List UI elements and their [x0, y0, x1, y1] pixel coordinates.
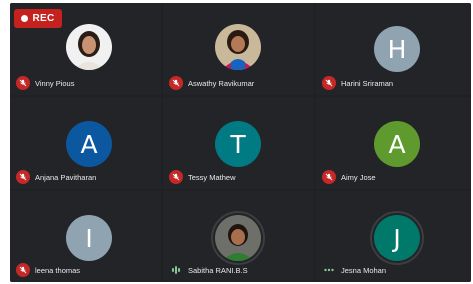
participant-name: Tessy Mathew — [188, 172, 236, 182]
participant-tile-8[interactable]: Sabitha RANI.B.S — [163, 191, 314, 282]
participant-photo — [66, 24, 112, 70]
participant-name: Aimy Jose — [341, 172, 376, 182]
participant-tile-6[interactable]: A Aimy Jose — [316, 97, 471, 189]
participant-avatar: A — [374, 121, 420, 167]
mic-off-icon — [322, 76, 336, 90]
mic-off-icon — [169, 76, 183, 90]
participant-name: leena thomas — [35, 265, 81, 275]
avatar-letter: A — [80, 129, 98, 159]
mic-off-icon — [322, 170, 336, 184]
record-dot-icon — [21, 15, 29, 22]
mic-off-icon — [16, 170, 30, 184]
participant-name-row: Sabitha RANI.B.S — [169, 263, 248, 277]
avatar-letter: J — [393, 223, 401, 253]
participant-avatar: J — [374, 215, 420, 261]
participant-name-row: Tessy Mathew — [169, 170, 236, 184]
participant-tile-2[interactable]: Aswathy Ravikumar — [163, 3, 314, 95]
participant-avatar: T — [215, 121, 261, 167]
avatar-letter: A — [388, 129, 406, 159]
participant-name-row: Aimy Jose — [322, 170, 376, 184]
participant-name-row: Harini Sriraman — [322, 76, 393, 90]
mic-off-icon — [169, 170, 183, 184]
participant-photo — [215, 24, 261, 70]
participant-tile-3[interactable]: H Harini Sriraman — [316, 3, 471, 95]
participant-avatar: H — [374, 26, 420, 72]
avatar-letter: T — [230, 129, 246, 159]
recording-badge: REC — [14, 9, 62, 28]
participant-name: Sabitha RANI.B.S — [188, 265, 248, 275]
recording-label: REC — [32, 13, 55, 24]
mic-off-icon — [16, 76, 30, 90]
participant-name-row: Aswathy Ravikumar — [169, 76, 254, 90]
participant-name-row: Anjana Pavitharan — [16, 170, 96, 184]
participant-name-row: Jesna Mohan — [322, 263, 386, 277]
participant-name: Jesna Mohan — [341, 265, 387, 275]
avatar-letter: H — [387, 34, 407, 64]
participant-photo — [215, 215, 261, 261]
participant-tile-5[interactable]: T Tessy Mathew — [163, 97, 314, 189]
more-dots-icon — [322, 263, 336, 277]
participant-name: Anjana Pavitharan — [35, 172, 97, 182]
participant-name: Vinny Pious — [35, 78, 75, 88]
participant-tile-4[interactable]: A Anjana Pavitharan — [10, 97, 161, 189]
participant-avatar: I — [66, 215, 112, 261]
participant-name-row: leena thomas — [16, 263, 80, 277]
participant-tile-7[interactable]: I leena thomas — [10, 191, 161, 282]
participant-avatar: A — [66, 121, 112, 167]
participant-name: Aswathy Ravikumar — [188, 78, 255, 88]
audio-level-icon — [169, 263, 183, 277]
participant-name: Harini Sriraman — [341, 78, 394, 88]
participant-tile-9[interactable]: J Jesna Mohan — [316, 191, 471, 282]
meeting-grid: REC Vinny Pious Aswathy Ravikumar H Hari… — [10, 3, 471, 282]
mic-off-icon — [16, 263, 30, 277]
participant-name-row: Vinny Pious — [16, 76, 74, 90]
avatar-letter: I — [85, 223, 93, 253]
